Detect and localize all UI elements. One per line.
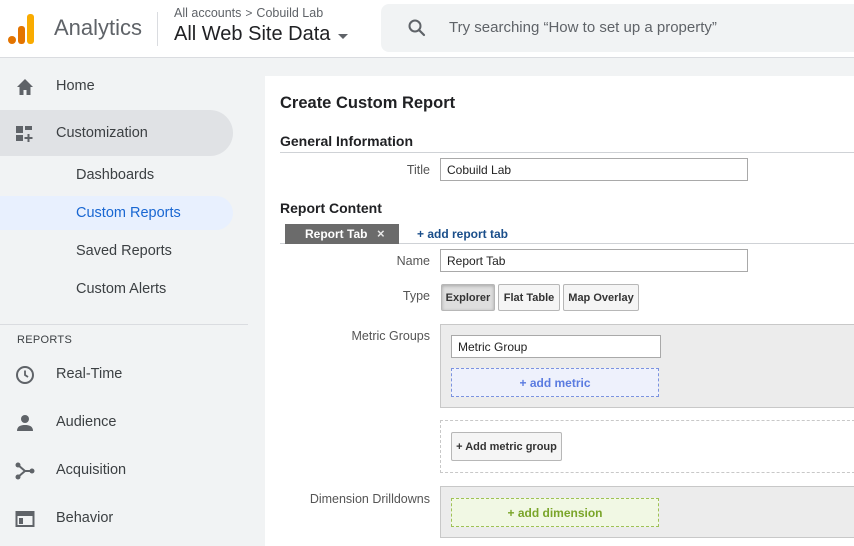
title-input[interactable] [440, 158, 748, 181]
clock-icon [16, 366, 34, 384]
type-map-overlay-button[interactable]: Map Overlay [563, 284, 639, 311]
report-content-heading: Report Content [280, 200, 382, 216]
nav-acquisition-label: Acquisition [56, 462, 127, 478]
nav-real-time-label: Real-Time [56, 366, 123, 382]
analytics-logo-icon[interactable] [8, 12, 36, 44]
metric-groups-label: Metric Groups [351, 329, 431, 343]
add-metric-button[interactable]: + add metric [451, 368, 659, 397]
account-breadcrumb[interactable]: All accounts > Cobuild Lab [174, 6, 323, 20]
caret-down-icon [338, 33, 349, 39]
sidebar-item-saved-reports[interactable]: Saved Reports [0, 234, 233, 268]
top-header: Analytics All accounts > Cobuild Lab All… [0, 0, 854, 58]
nav-customization[interactable]: Customization [0, 110, 233, 156]
add-metric-group-button[interactable]: + Add metric group [451, 432, 562, 461]
name-input[interactable] [440, 249, 748, 272]
header-divider [157, 12, 158, 46]
sidebar-item-label: Custom Reports [76, 205, 181, 221]
close-icon[interactable]: × [377, 226, 385, 241]
breadcrumb-property[interactable]: Cobuild Lab [256, 6, 323, 20]
nav-customization-label: Customization [56, 125, 148, 141]
search-bar[interactable]: Try searching “How to set up a property” [381, 4, 854, 52]
nav-behavior-label: Behavior [56, 510, 114, 526]
home-icon [17, 79, 33, 95]
sidebar-item-label: Saved Reports [76, 243, 172, 259]
tab-label: Report Tab [305, 227, 368, 241]
tab-report-tab[interactable]: Report Tab × [285, 224, 399, 244]
sidebar-divider [0, 324, 248, 325]
metric-group-name-input[interactable] [451, 335, 661, 358]
sidebar-item-custom-reports[interactable]: Custom Reports [0, 196, 233, 230]
title-label: Title [406, 163, 430, 177]
nav-real-time[interactable]: Real-Time [0, 351, 233, 397]
type-label: Type [402, 289, 430, 303]
reports-section-label: REPORTS [17, 334, 73, 346]
left-sidebar: Home Customization Dashboards Custom Rep… [0, 59, 265, 546]
nav-home-label: Home [56, 78, 95, 94]
page-title: Create Custom Report [280, 94, 456, 112]
section-divider [280, 152, 854, 153]
nav-home[interactable]: Home [0, 63, 233, 109]
nav-behavior[interactable]: Behavior [0, 495, 233, 541]
behavior-window-icon [15, 511, 35, 527]
add-report-tab-link[interactable]: + add report tab [417, 227, 508, 241]
sidebar-item-label: Dashboards [76, 167, 155, 183]
name-label: Name [396, 254, 430, 268]
breadcrumb-account[interactable]: All accounts [174, 6, 241, 20]
add-dimension-button[interactable]: + add dimension [451, 498, 659, 527]
search-placeholder: Try searching “How to set up a property” [449, 19, 717, 36]
nav-acquisition[interactable]: Acquisition [0, 447, 233, 493]
sidebar-item-custom-alerts[interactable]: Custom Alerts [0, 272, 233, 306]
dimension-drilldowns-label: Dimension Drilldowns [309, 492, 430, 506]
nav-audience-label: Audience [56, 414, 117, 430]
type-explorer-button[interactable]: Explorer [441, 284, 495, 311]
person-icon [17, 415, 33, 431]
app-title: Analytics [54, 15, 143, 40]
chevron-right-icon: > [245, 6, 253, 20]
main-content: Create Custom Report General Information… [265, 76, 854, 546]
customization-grid-icon [16, 126, 33, 142]
search-icon [408, 19, 426, 37]
sidebar-item-dashboards[interactable]: Dashboards [0, 158, 233, 192]
view-name: All Web Site Data [174, 23, 331, 45]
sidebar-item-label: Custom Alerts [76, 281, 167, 297]
view-selector[interactable]: All Web Site Data [174, 23, 349, 46]
general-information-heading: General Information [280, 133, 414, 149]
type-flat-table-button[interactable]: Flat Table [498, 284, 560, 311]
nav-audience[interactable]: Audience [0, 399, 233, 445]
acquisition-icon [15, 462, 35, 480]
